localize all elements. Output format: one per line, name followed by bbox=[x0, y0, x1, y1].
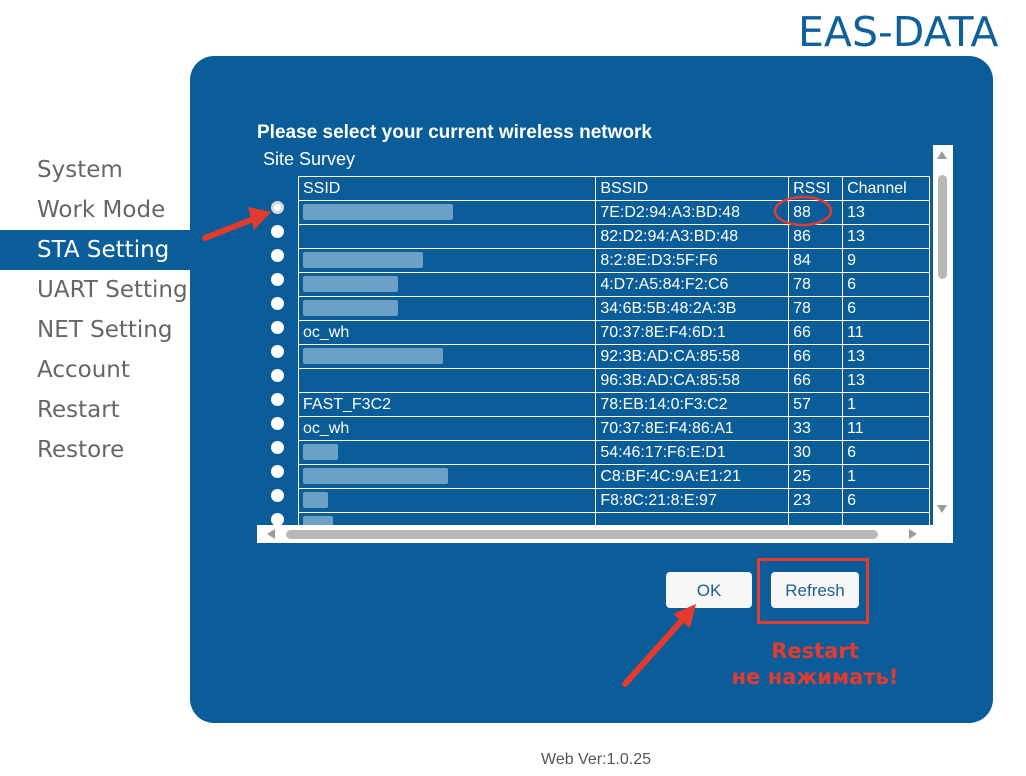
arrow-to-ok-button-icon bbox=[622, 604, 696, 687]
rssi-highlight-circle-icon bbox=[773, 195, 833, 227]
web-version: Web Ver:1.0.25 bbox=[541, 751, 651, 768]
arrow-to-radio-icon bbox=[202, 207, 271, 241]
annotation-overlay bbox=[202, 195, 833, 687]
